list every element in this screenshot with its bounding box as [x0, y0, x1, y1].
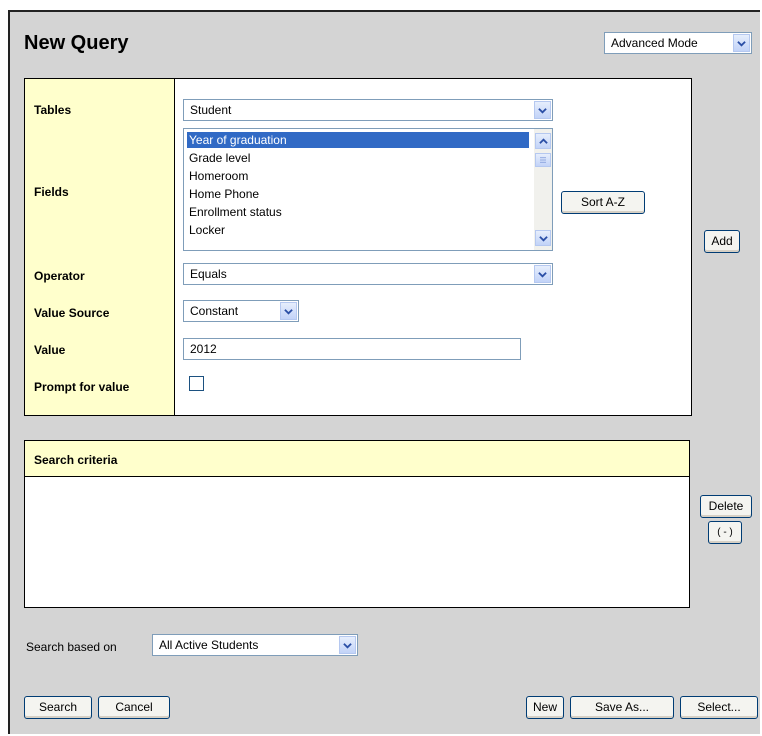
fields-option-selected[interactable]: Year of graduation — [186, 131, 530, 149]
operator-select[interactable]: Equals — [183, 263, 553, 285]
value-source-select-value: Constant — [190, 304, 239, 318]
fields-option[interactable]: Homeroom — [189, 168, 248, 184]
remove-paren-button[interactable]: ( - ) — [708, 521, 742, 544]
fields-option[interactable]: Enrollment status — [189, 204, 282, 220]
value-input[interactable]: 2012 — [183, 338, 521, 360]
search-criteria-header: Search criteria — [25, 441, 689, 477]
select-button[interactable]: Select... — [680, 696, 758, 719]
label-column: Tables Fields Operator Value Source Valu… — [25, 79, 175, 415]
sort-az-button[interactable]: Sort A-Z — [561, 191, 645, 214]
value-source-label: Value Source — [34, 306, 110, 320]
search-based-on-label: Search based on — [26, 640, 117, 654]
save-as-button[interactable]: Save As... — [570, 696, 674, 719]
mode-select[interactable]: Advanced Mode — [604, 32, 752, 54]
cancel-button[interactable]: Cancel — [98, 696, 170, 719]
search-based-on-select[interactable]: All Active Students — [152, 634, 358, 656]
fields-option[interactable]: Locker — [189, 222, 225, 238]
fields-option[interactable]: Home Phone — [189, 186, 259, 202]
page-title: New Query — [24, 32, 129, 54]
tables-label: Tables — [34, 103, 72, 117]
search-criteria-panel: Search criteria — [24, 440, 690, 608]
operator-label: Operator — [34, 269, 85, 283]
chevron-down-icon[interactable] — [733, 34, 750, 52]
search-based-on-value: All Active Students — [159, 638, 259, 652]
query-form-panel: Tables Fields Operator Value Source Valu… — [24, 78, 692, 416]
tables-select[interactable]: Student — [183, 99, 553, 121]
fields-option[interactable]: Grade level — [189, 150, 250, 166]
chevron-down-icon[interactable] — [339, 636, 356, 654]
value-label: Value — [34, 343, 66, 357]
prompt-checkbox[interactable] — [189, 376, 204, 391]
value-source-select[interactable]: Constant — [183, 300, 299, 322]
scroll-up-icon[interactable] — [535, 133, 551, 149]
scroll-down-icon[interactable] — [535, 230, 551, 246]
scroll-thumb-icon[interactable] — [535, 153, 551, 167]
fields-scrollbar[interactable] — [534, 129, 552, 250]
delete-button[interactable]: Delete — [700, 495, 752, 518]
mode-select-value: Advanced Mode — [611, 36, 698, 50]
add-button[interactable]: Add — [704, 230, 740, 253]
query-window: New Query Advanced Mode Tables Fields Op… — [8, 10, 760, 734]
prompt-label: Prompt for value — [34, 380, 130, 394]
search-button[interactable]: Search — [24, 696, 92, 719]
operator-select-value: Equals — [190, 267, 227, 281]
tables-select-value: Student — [190, 103, 232, 117]
chevron-down-icon[interactable] — [534, 101, 551, 119]
value-input-text: 2012 — [190, 342, 217, 356]
chevron-down-icon[interactable] — [534, 265, 551, 283]
new-button[interactable]: New — [526, 696, 564, 719]
fields-label: Fields — [34, 185, 69, 199]
chevron-down-icon[interactable] — [280, 302, 297, 320]
fields-listbox[interactable]: Year of graduation Grade level Homeroom … — [183, 128, 553, 251]
